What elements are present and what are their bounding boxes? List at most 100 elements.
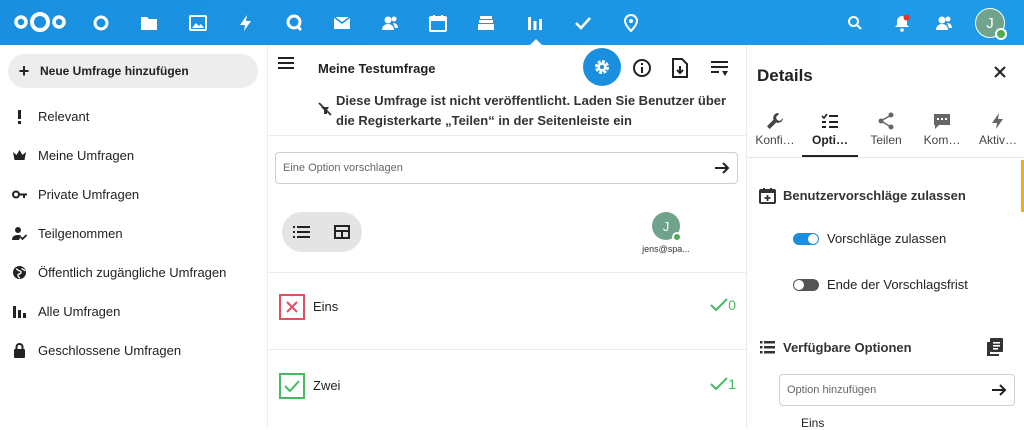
wrench-icon	[747, 109, 803, 133]
gear-icon	[595, 60, 609, 74]
option-label: Eins	[313, 299, 339, 314]
divider	[268, 349, 746, 350]
arrow-right-icon[interactable]	[990, 381, 1008, 399]
sidebar-item-closed-polls[interactable]: Geschlossene Umfragen	[0, 332, 268, 368]
export-icon[interactable]	[669, 57, 691, 79]
allow-suggestions-toggle[interactable]: Vorschläge zulassen	[793, 231, 946, 246]
clipboard-icon[interactable]	[986, 337, 1004, 357]
deck-icon[interactable]	[464, 0, 508, 45]
tab-activity[interactable]: Aktiv…	[970, 109, 1024, 157]
sidebar-item-label: Teilgenommen	[38, 225, 123, 241]
section-available-options: Verfügbare Optionen	[759, 339, 912, 356]
info-icon[interactable]	[631, 57, 653, 79]
notifications-icon[interactable]	[882, 0, 922, 45]
close-icon[interactable]	[991, 63, 1009, 81]
table-view-icon[interactable]	[322, 225, 362, 239]
section-title: Benutzervorschläge zulassen	[783, 188, 966, 203]
menu-toggle-icon[interactable]	[278, 57, 294, 69]
globe-icon	[0, 265, 38, 280]
poll-main-content: Meine Testumfrage Diese Umfrage ist nich…	[268, 45, 746, 428]
sidebar-item-label: Öffentlich zugängliche Umfragen	[38, 264, 227, 280]
sidebar-item-relevant[interactable]: Relevant	[0, 98, 268, 134]
yes-count-value: 1	[728, 376, 736, 392]
sidebar-item-label: Alle Umfragen	[38, 303, 121, 319]
contacts-menu-icon[interactable]	[924, 0, 964, 45]
tab-options[interactable]: Opti…	[802, 109, 858, 157]
tab-configuration[interactable]: Konfi…	[747, 109, 803, 157]
section-suggestions: Benutzervorschläge zulassen	[759, 187, 966, 204]
sidebar-item-label: Private Umfragen	[38, 186, 140, 202]
unpublished-notice: Diese Umfrage ist nicht veröffentlicht. …	[318, 91, 728, 131]
new-poll-label: Neue Umfrage hinzufügen	[40, 64, 189, 78]
list-view-icon[interactable]	[282, 224, 322, 240]
sidebar-item-public-polls[interactable]: Öffentlich zugängliche Umfragen	[0, 254, 268, 290]
yes-count-value: 0	[728, 297, 736, 313]
sidebar-item-my-polls[interactable]: Meine Umfragen	[0, 137, 268, 173]
sidebar-item-private-polls[interactable]: Private Umfragen	[0, 176, 268, 212]
option-row: Zwei 1	[268, 368, 746, 408]
lock-icon	[0, 342, 38, 358]
participant-column: J jens@spa...	[636, 212, 696, 254]
photos-icon[interactable]	[176, 0, 220, 45]
poll-settings-button[interactable]	[583, 48, 621, 86]
view-mode-toggle[interactable]	[282, 212, 362, 252]
top-bar: J	[0, 0, 1024, 45]
tab-comments[interactable]: Kom…	[914, 109, 970, 157]
propose-option-input[interactable]: Eine Option vorschlagen	[275, 152, 738, 184]
switch-on[interactable]	[793, 232, 819, 245]
filter-list-icon[interactable]	[709, 57, 731, 79]
participant-initial: J	[662, 218, 670, 234]
option-label: Zwei	[313, 378, 341, 393]
key-icon	[0, 187, 38, 202]
toggle-label: Vorschläge zulassen	[827, 231, 947, 246]
share-icon	[858, 109, 914, 133]
dashboard-icon[interactable]	[79, 0, 123, 45]
sidebar-item-label: Meine Umfragen	[38, 147, 135, 163]
search-icon[interactable]	[835, 0, 875, 45]
sidebar-item-all-polls[interactable]: Alle Umfragen	[0, 293, 268, 329]
sidebar-item-participated[interactable]: Teilgenommen	[0, 215, 268, 251]
vote-no-icon[interactable]	[279, 294, 305, 320]
sidebar-item-label: Geschlossene Umfragen	[38, 342, 182, 358]
divider	[268, 135, 746, 136]
list-icon	[760, 341, 775, 354]
details-title: Details	[757, 66, 813, 85]
nextcloud-logo[interactable]	[12, 11, 68, 33]
activity-icon[interactable]	[224, 0, 268, 45]
participant-avatar[interactable]: J	[652, 212, 682, 242]
exclamation-icon	[0, 109, 38, 124]
status-online-icon	[995, 28, 1007, 40]
calendar-plus-icon	[759, 188, 776, 204]
propose-placeholder: Eine Option vorschlagen	[283, 162, 403, 174]
tab-label: Kom…	[923, 133, 961, 147]
sidebar-item-label: Relevant	[38, 108, 90, 124]
tab-share[interactable]: Teilen	[858, 109, 914, 157]
suggestion-deadline-toggle[interactable]: Ende der Vorschlagsfrist	[793, 277, 968, 292]
tasks-icon[interactable]	[561, 0, 605, 45]
polls-icon[interactable]	[513, 0, 557, 45]
avatar-initial: J	[986, 14, 994, 32]
mail-icon[interactable]	[320, 0, 364, 45]
visibility-off-icon	[318, 102, 332, 116]
participant-name: jens@spa...	[642, 244, 690, 254]
switch-off[interactable]	[793, 278, 819, 291]
options-list-icon	[802, 109, 858, 133]
yes-count: 1	[710, 376, 736, 392]
calendar-icon[interactable]	[416, 0, 460, 45]
option-row: Eins 0	[268, 289, 746, 329]
talk-icon[interactable]	[272, 0, 316, 45]
vote-yes-icon[interactable]	[279, 373, 305, 399]
files-icon[interactable]	[127, 0, 171, 45]
user-avatar[interactable]: J	[975, 8, 1007, 40]
add-option-input[interactable]: Option hinzufügen	[779, 374, 1015, 406]
page-title: Meine Testumfrage	[318, 61, 436, 76]
arrow-right-icon[interactable]	[713, 159, 731, 177]
maps-icon[interactable]	[609, 0, 653, 45]
divider	[268, 272, 746, 273]
contacts-icon[interactable]	[368, 0, 412, 45]
tabs-divider	[747, 157, 1024, 158]
tab-label: Aktiv…	[978, 133, 1017, 147]
new-poll-button[interactable]: + Neue Umfrage hinzufügen	[8, 54, 258, 88]
add-option-placeholder: Option hinzufügen	[787, 384, 877, 396]
bar-chart-icon	[0, 304, 38, 319]
